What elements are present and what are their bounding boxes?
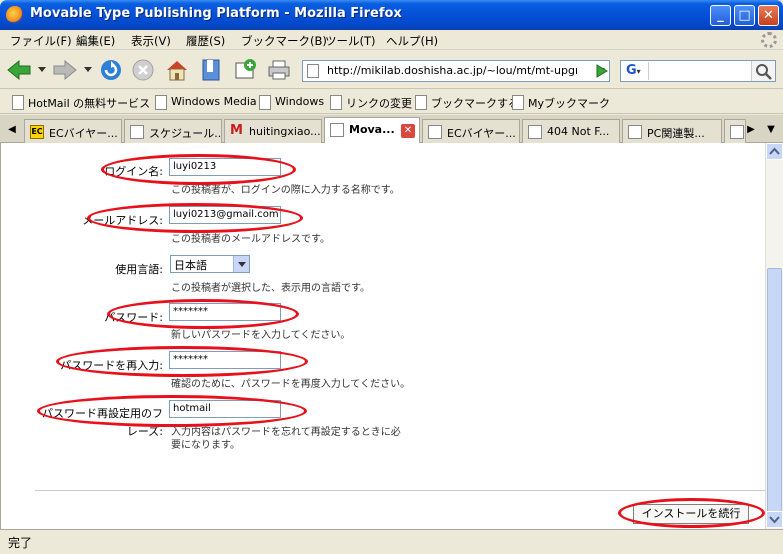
page-favicon-icon: [307, 64, 319, 78]
bookmarks-toolbar: HotMail の無料サービス Windows Media Windows リン…: [0, 90, 783, 114]
scroll-up-icon[interactable]: [766, 143, 783, 160]
tab-list-icon[interactable]: ▼: [761, 119, 781, 141]
login-hint: この投稿者が、ログインの際に入力する名称です。: [171, 185, 400, 196]
close-button[interactable]: ✕: [758, 5, 779, 26]
install-continue-button[interactable]: インストールを続行: [633, 504, 749, 524]
password-hint-label-1: パスワード再設定用のフ: [42, 407, 163, 420]
menu-help[interactable]: ヘルプ(H): [386, 33, 438, 49]
ec-icon: EC: [30, 125, 44, 139]
password-label: パスワード:: [104, 311, 163, 324]
scrollbar-thumb[interactable]: [767, 268, 782, 516]
page-content: ログイン名: luyi0213 この投稿者が、ログインの際に入力する名称です。 …: [0, 143, 765, 529]
password-confirm-hint: 確認のために、パスワードを再度入力してください。: [171, 379, 411, 390]
bookmark-link-change[interactable]: リンクの変更: [330, 95, 412, 111]
scroll-down-icon[interactable]: [766, 511, 783, 528]
window-title: Movable Type Publishing Platform - Mozil…: [30, 6, 402, 21]
navigation-toolbar: http://mikilab.doshisha.ac.jp/~lou/mt/mt…: [0, 51, 783, 89]
maximize-button[interactable]: □: [734, 5, 755, 26]
email-hint: この投稿者のメールアドレスです。: [171, 234, 330, 245]
back-dropdown-icon[interactable]: [36, 58, 48, 82]
tab-pc[interactable]: PC関連製...: [622, 119, 722, 143]
vertical-scrollbar[interactable]: [765, 143, 783, 529]
password-hint-help-2: 要になります。: [171, 440, 240, 451]
language-select[interactable]: 日本語: [170, 255, 250, 273]
menu-history[interactable]: 履歴(S): [186, 33, 225, 49]
tab-404[interactable]: 404 Not F...: [522, 119, 620, 143]
tab-bar: ◀ EC ECバイヤー... スケジュール... Mhuitingxiao... …: [0, 115, 783, 144]
address-bar[interactable]: http://mikilab.doshisha.ac.jp/~lou/mt/mt…: [302, 60, 610, 82]
password-input[interactable]: *******: [169, 303, 281, 321]
language-hint: この投稿者が選択した、表示用の言語です。: [171, 283, 370, 294]
forward-icon[interactable]: [52, 58, 78, 82]
tab-ec-buyer[interactable]: EC ECバイヤー...: [24, 119, 122, 143]
search-icon[interactable]: [751, 61, 775, 81]
home-icon[interactable]: [164, 58, 190, 82]
page-icon: [428, 125, 442, 139]
bookmark-hotmail[interactable]: HotMail の無料サービス: [12, 95, 150, 111]
gmail-icon: M: [230, 123, 243, 138]
menu-bookmarks[interactable]: ブックマーク(B): [241, 33, 327, 49]
password-hint-label-2: レーズ:: [126, 425, 163, 438]
language-label: 使用言語:: [115, 263, 163, 276]
status-text: 完了: [8, 536, 33, 550]
title-bar: Movable Type Publishing Platform - Mozil…: [0, 0, 783, 30]
tab-ec-buyer-2[interactable]: ECバイヤー...: [422, 119, 520, 143]
menu-bar: ファイル(F) 編集(E) 表示(V) 履歴(S) ブックマーク(B) ツール(…: [0, 30, 783, 50]
password-hint-input[interactable]: hotmail: [169, 400, 281, 418]
search-box[interactable]: G▾: [620, 60, 776, 82]
reload-icon[interactable]: [98, 58, 124, 82]
password-confirm-label: パスワードを再入力:: [60, 359, 163, 372]
menu-edit[interactable]: 編集(E): [76, 33, 115, 49]
print-icon[interactable]: [266, 58, 292, 82]
status-bar: 完了: [0, 529, 783, 554]
password-hint: 新しいパスワードを入力してください。: [171, 330, 351, 341]
minimize-button[interactable]: _: [710, 5, 731, 26]
tab-schedule[interactable]: スケジュール...: [124, 119, 222, 143]
menu-file[interactable]: ファイル(F): [10, 33, 72, 49]
go-button[interactable]: [590, 61, 612, 81]
page-icon: [528, 125, 542, 139]
tab-movable-type[interactable]: Mova... ✕: [324, 117, 420, 144]
bookmark-add[interactable]: ブックマークする: [415, 95, 519, 111]
bookmark-windows-media[interactable]: Windows Media: [155, 95, 257, 110]
new-tab-icon[interactable]: [232, 58, 258, 82]
search-engine-icon[interactable]: G▾: [623, 62, 649, 80]
stop-icon[interactable]: [130, 58, 156, 82]
page-icon: [330, 123, 344, 137]
page-icon: [130, 125, 144, 139]
tab-scroll-left-icon[interactable]: ◀: [2, 119, 22, 141]
chevron-down-icon[interactable]: [233, 256, 249, 272]
tab-scroll-right-icon[interactable]: ▶: [741, 119, 761, 141]
back-icon[interactable]: [6, 58, 32, 82]
menu-view[interactable]: 表示(V): [131, 33, 171, 49]
divider: [35, 490, 765, 491]
bookmark-windows[interactable]: Windows: [259, 95, 324, 110]
forward-dropdown-icon[interactable]: [82, 58, 94, 82]
address-input[interactable]: http://mikilab.doshisha.ac.jp/~lou/mt/mt…: [327, 64, 577, 77]
firefox-icon: [6, 6, 24, 24]
page-icon: [628, 125, 642, 139]
close-tab-icon[interactable]: ✕: [401, 124, 415, 138]
tab-gmail[interactable]: Mhuitingxiao...: [224, 119, 322, 143]
email-label: メールアドレス:: [82, 214, 163, 227]
email-input[interactable]: luyi0213@gmail.com: [169, 206, 281, 224]
bookmark-my[interactable]: Myブックマーク: [512, 95, 610, 111]
throbber-icon: [761, 32, 777, 48]
login-input[interactable]: luyi0213: [169, 158, 281, 176]
bookmarks-icon[interactable]: [198, 58, 224, 82]
login-label: ログイン名:: [104, 165, 163, 178]
menu-tools[interactable]: ツール(T): [325, 33, 376, 49]
password-confirm-input[interactable]: *******: [169, 351, 281, 369]
